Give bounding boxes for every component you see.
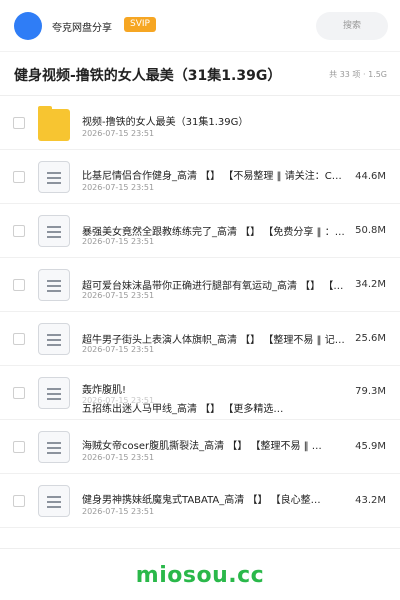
folder-icon xyxy=(38,106,70,141)
file-row[interactable]: 健身男神携妹纸魔鬼式TABATA_高清 【】 【良心整… 2026-07-15 … xyxy=(0,474,400,528)
site-watermark[interactable]: miosou.cc xyxy=(0,563,400,588)
file-name[interactable]: 视频-撸铁的女人最美（31集1.39G） xyxy=(82,113,382,128)
file-name[interactable]: 暴强美女竟然全跟教练练完了_高清 【】 【免费分享 ‖ ：… xyxy=(82,223,352,238)
file-date: 2026-07-15 23:51 xyxy=(82,507,155,516)
file-size: 34.2M xyxy=(355,279,386,290)
select-checkbox[interactable] xyxy=(13,333,25,345)
file-row[interactable]: 超可爱台妹沫晶带你正确进行腿部有氧运动_高清 【】 【… 2026-07-15 … xyxy=(0,258,400,312)
file-name[interactable]: 海贼女帝coser腹肌撕裂法_高清 【】 【整理不易 ‖ … xyxy=(82,437,352,452)
file-size: 43.2M xyxy=(355,495,386,506)
file-name-line-1[interactable]: 轰炸腹肌! xyxy=(82,381,352,396)
file-name-line-2[interactable]: 五招练出迷人马甲线_高清 【】 【更多精选… xyxy=(82,400,352,415)
video-file-icon xyxy=(38,323,70,355)
share-owner-name[interactable]: 夸克网盘分享 xyxy=(52,19,112,34)
app-header: 夸克网盘分享 SVIP 搜索 xyxy=(0,0,400,52)
file-size: 50.8M xyxy=(355,225,386,236)
file-date: 2026-07-15 23:51 xyxy=(82,291,155,300)
select-checkbox[interactable] xyxy=(13,225,25,237)
select-checkbox[interactable] xyxy=(13,495,25,507)
file-size: 44.6M xyxy=(355,171,386,182)
video-file-icon xyxy=(38,215,70,247)
file-size: 45.9M xyxy=(355,441,386,452)
file-date: 2026-07-15 23:51 xyxy=(82,453,155,462)
share-summary: 共 33 项 · 1.5G xyxy=(329,70,387,79)
select-checkbox[interactable] xyxy=(13,117,25,129)
file-row[interactable]: 轰炸腹肌! 2026-07-15 23:51 五招练出迷人马甲线_高清 【】 【… xyxy=(0,366,400,420)
file-row[interactable]: 暴强美女竟然全跟教练练完了_高清 【】 【免费分享 ‖ ：… 2026-07-1… xyxy=(0,204,400,258)
select-checkbox[interactable] xyxy=(13,441,25,453)
page-footer: miosou.cc xyxy=(0,548,400,600)
file-date: 2026-07-15 23:51 xyxy=(82,345,155,354)
file-row[interactable]: 视频-撸铁的女人最美（31集1.39G） 2026-07-15 23:51 xyxy=(0,96,400,150)
video-file-icon xyxy=(38,161,70,193)
video-file-icon xyxy=(38,485,70,517)
file-row[interactable]: 比基尼情侣合作健身_高清 【】 【不易整理 ‖ 请关注：C… 2026-07-1… xyxy=(0,150,400,204)
select-checkbox[interactable] xyxy=(13,171,25,183)
file-name[interactable]: 比基尼情侣合作健身_高清 【】 【不易整理 ‖ 请关注：C… xyxy=(82,167,352,182)
video-file-icon xyxy=(38,269,70,301)
file-date: 2026-07-15 23:51 xyxy=(82,237,155,246)
file-size: 25.6M xyxy=(355,333,386,344)
file-date: 2026-07-15 23:51 xyxy=(82,129,155,138)
file-row[interactable]: 超牛男子街头上表演人体旗帜_高清 【】 【整理不易 ‖ 记… 2026-07-1… xyxy=(0,312,400,366)
select-checkbox[interactable] xyxy=(13,279,25,291)
page-title: 健身视频-撸铁的女人最美（31集1.39G） xyxy=(14,68,282,84)
select-checkbox[interactable] xyxy=(13,387,25,399)
svip-badge: SVIP xyxy=(124,17,156,32)
file-size: 79.3M xyxy=(355,386,386,397)
file-date: 2026-07-15 23:51 xyxy=(82,183,155,192)
search-input[interactable]: 搜索 xyxy=(316,12,388,40)
file-name[interactable]: 超可爱台妹沫晶带你正确进行腿部有氧运动_高清 【】 【… xyxy=(82,277,352,292)
video-file-icon xyxy=(38,431,70,463)
video-file-icon xyxy=(38,377,70,409)
share-title-bar: 健身视频-撸铁的女人最美（31集1.39G） 共 33 项 · 1.5G xyxy=(0,52,400,96)
avatar[interactable] xyxy=(14,12,42,40)
file-name[interactable]: 超牛男子街头上表演人体旗帜_高清 【】 【整理不易 ‖ 记… xyxy=(82,331,352,346)
file-name[interactable]: 健身男神携妹纸魔鬼式TABATA_高清 【】 【良心整… xyxy=(82,491,352,506)
file-row[interactable]: 海贼女帝coser腹肌撕裂法_高清 【】 【整理不易 ‖ … 2026-07-1… xyxy=(0,420,400,474)
